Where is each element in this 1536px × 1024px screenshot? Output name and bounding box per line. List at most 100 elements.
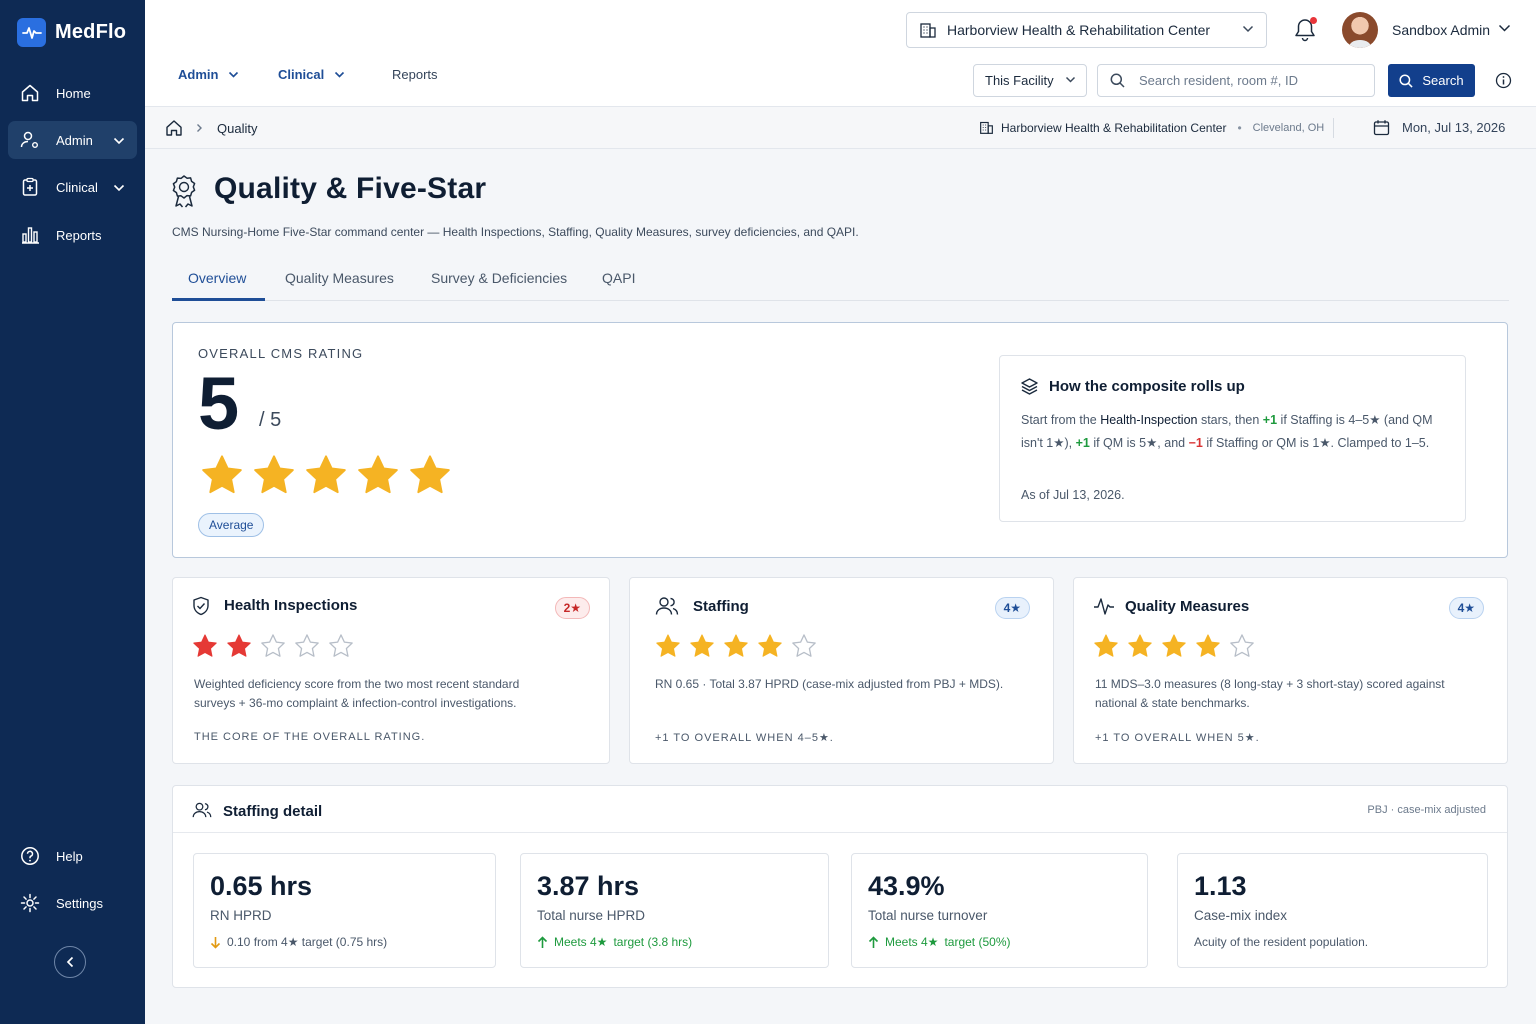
- chevron-left-icon: [66, 956, 74, 968]
- search-icon: [1399, 73, 1413, 88]
- overall-rating-card: OVERALL CMS RATING 5 / 5 Average How the…: [172, 322, 1508, 558]
- breadcrumb-facility: Harborview Health & Rehabilitation Cente…: [979, 120, 1324, 135]
- facility-select[interactable]: Harborview Health & Rehabilitation Cente…: [906, 12, 1267, 48]
- help-icon: [20, 846, 40, 866]
- sidebar-item-reports[interactable]: Reports: [8, 216, 137, 254]
- metric-label: Case-mix index: [1194, 908, 1288, 923]
- metric-label: Total nurse HPRD: [537, 908, 646, 923]
- top-nav-clinical[interactable]: Clinical: [278, 67, 345, 82]
- card-footnote: +1 TO OVERALL WHEN 4–5★.: [655, 732, 834, 744]
- star-filled-icon: [306, 455, 346, 494]
- rating-pill: 2★: [554, 597, 590, 619]
- user-name[interactable]: Sandbox Admin: [1392, 22, 1490, 38]
- star-filled-icon: [1162, 634, 1186, 657]
- metric-trend: 0.10 from 4★ target (0.75 hrs): [210, 935, 387, 949]
- tab-quality-measures[interactable]: Quality Measures: [285, 270, 394, 286]
- card-footnote: +1 TO OVERALL WHEN 5★.: [1095, 732, 1260, 744]
- metric-turnover: 43.9% Total nurse turnover Meets 4★ targe…: [851, 853, 1148, 968]
- top-nav-admin[interactable]: Admin: [178, 67, 239, 82]
- metric-rn-hprd: 0.65 hrs RN HPRD 0.10 from 4★ target (0.…: [193, 853, 496, 968]
- home-icon[interactable]: [165, 119, 183, 137]
- card-description: 11 MDS–3.0 measures (8 long-stay + 3 sho…: [1095, 677, 1445, 710]
- sidebar-item-label: Reports: [56, 227, 102, 243]
- composite-description: Start from the Health-Inspection stars, …: [1021, 413, 1433, 450]
- top-nav-label: Clinical: [278, 67, 325, 82]
- star-filled-icon: [1094, 634, 1118, 657]
- card-description: RN 0.65 · Total 3.87 HPRD (case-mix adju…: [655, 677, 1004, 691]
- page-subtitle: CMS Nursing-Home Five-Star command cente…: [172, 225, 859, 239]
- sidebar-item-home[interactable]: Home: [8, 74, 137, 112]
- star-filled-icon: [227, 634, 251, 657]
- info-icon[interactable]: [1495, 72, 1512, 89]
- metric-case-mix: 1.13 Case-mix index Acuity of the reside…: [1177, 853, 1488, 968]
- star-filled-icon: [1196, 634, 1220, 657]
- chevron-down-icon[interactable]: [1498, 24, 1511, 33]
- sidebar-item-label: Clinical: [56, 179, 98, 195]
- rating-pill: 4★: [994, 597, 1030, 619]
- metric-value: 1.13: [1194, 871, 1247, 901]
- search-button[interactable]: Search: [1388, 64, 1475, 97]
- quality-measures-card[interactable]: Quality Measures 4★ 11 MDS–3.0 measures …: [1073, 577, 1508, 764]
- staffing-card[interactable]: Staffing 4★ RN 0.65 · Total 3.87 HPRD (c…: [629, 577, 1054, 764]
- sidebar-item-help[interactable]: Help: [8, 837, 137, 875]
- bar-chart-icon: [20, 225, 40, 245]
- overall-score: 5: [198, 362, 240, 445]
- breadcrumb-current: Quality: [217, 121, 258, 136]
- calendar-icon: [1373, 120, 1390, 136]
- scope-select[interactable]: This Facility: [973, 64, 1087, 97]
- card-title: Staffing: [693, 598, 749, 615]
- notification-dot: [1310, 17, 1317, 24]
- composite-title: How the composite rolls up: [1049, 378, 1245, 395]
- search-box[interactable]: [1097, 64, 1375, 97]
- clipboard-plus-icon: [20, 177, 40, 197]
- arrow-up-icon: [537, 935, 548, 948]
- activity-pulse-icon: [1094, 598, 1114, 615]
- brand[interactable]: MedFlo: [17, 18, 126, 47]
- metric-subtext: Acuity of the resident population.: [1194, 935, 1369, 949]
- sidebar: MedFlo Home Admin Clinical Reports Help …: [0, 0, 145, 1024]
- home-icon: [20, 83, 40, 103]
- sidebar-item-settings[interactable]: Settings: [8, 884, 137, 922]
- star-empty-icon: [261, 634, 285, 657]
- pulse-logo-icon: [17, 18, 46, 47]
- award-ribbon-icon: [172, 175, 196, 208]
- users-icon: [655, 597, 679, 615]
- sidebar-item-clinical[interactable]: Clinical: [8, 168, 137, 206]
- shield-check-icon: [193, 596, 209, 616]
- component-stars: [192, 633, 354, 659]
- component-stars: [1093, 633, 1255, 659]
- breadcrumb-date[interactable]: Mon, Jul 13, 2026: [1373, 119, 1505, 136]
- brand-name: MedFlo: [55, 21, 127, 43]
- top-nav-label: Admin: [178, 67, 219, 82]
- building-icon: [980, 121, 993, 134]
- tab-survey-deficiencies[interactable]: Survey & Deficiencies: [431, 270, 567, 286]
- star-empty-icon: [295, 634, 319, 657]
- as-of-date: As of Jul 13, 2026.: [1021, 488, 1125, 502]
- facility-name: Harborview Health & Rehabilitation Cente…: [947, 22, 1211, 38]
- breadcrumb-city: Cleveland, OH: [1252, 121, 1325, 134]
- star-empty-icon: [792, 634, 816, 657]
- star-filled-icon: [758, 634, 782, 657]
- tab-overview[interactable]: Overview: [188, 270, 246, 286]
- search-input[interactable]: [1139, 73, 1359, 88]
- notifications-button[interactable]: [1293, 17, 1317, 43]
- tab-qapi[interactable]: QAPI: [602, 270, 635, 286]
- chevron-down-icon: [335, 71, 345, 78]
- chevron-right-icon: [197, 124, 202, 132]
- panel-title: Staffing detail: [223, 803, 323, 820]
- scope-value: This Facility: [985, 73, 1054, 88]
- panel-note: PBJ · case-mix adjusted: [1367, 804, 1486, 816]
- card-description: Weighted deficiency score from the two m…: [194, 677, 520, 710]
- top-nav-reports[interactable]: Reports: [392, 67, 438, 82]
- collapse-sidebar-button[interactable]: [54, 946, 86, 978]
- health-inspections-card[interactable]: Health Inspections 2★ Weighted deficienc…: [172, 577, 610, 764]
- avatar[interactable]: [1342, 12, 1378, 48]
- star-filled-icon: [358, 455, 398, 494]
- star-filled-icon: [690, 634, 714, 657]
- sidebar-item-admin[interactable]: Admin: [8, 121, 137, 159]
- sidebar-item-label: Admin: [56, 132, 93, 148]
- divider: [1333, 118, 1334, 138]
- chevron-down-icon: [229, 71, 239, 78]
- gear-icon: [20, 893, 40, 913]
- user-gear-icon: [20, 130, 40, 150]
